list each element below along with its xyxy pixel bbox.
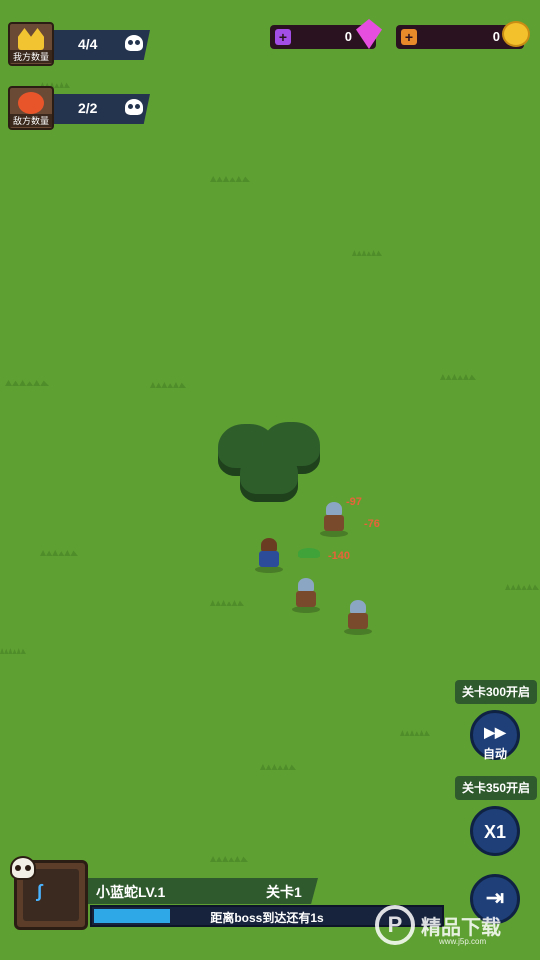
damage-number: -97 — [346, 496, 362, 508]
ally-count-value: 4/4 — [78, 36, 98, 52]
add-coins-button[interactable]: + — [401, 29, 417, 45]
grass-tuft — [210, 852, 248, 862]
grass-tuft — [0, 644, 26, 654]
auto-unlock-label: 关卡300开启 — [455, 680, 537, 704]
ally-axeman — [292, 578, 320, 613]
gem-counter: + 0 — [270, 19, 382, 49]
auto-battle-button[interactable]: ▶▶ 自动 — [470, 710, 520, 761]
enemy-count-caption: 敌方数量 — [10, 114, 52, 127]
stage-label: 关卡1 — [266, 884, 302, 900]
grass-tuft — [210, 596, 244, 606]
speed-label: X1 — [483, 822, 507, 842]
coin-counter: + 0 — [396, 21, 530, 49]
grass-tuft — [352, 246, 382, 256]
damage-number: -140 — [328, 550, 351, 562]
battlefield: -97 -76 -140 — [0, 0, 540, 960]
watermark: P 精品下载 www.j5p.com — [375, 905, 535, 949]
grass-tuft — [40, 546, 78, 556]
grass-tuft — [440, 370, 476, 380]
coin-amount: 0 — [492, 29, 500, 44]
grass-tuft — [210, 172, 250, 182]
watermark-url: www.j5p.com — [439, 937, 487, 946]
green-slime — [298, 544, 322, 560]
grass-tuft — [260, 760, 296, 770]
add-gems-button[interactable]: + — [275, 29, 291, 45]
speed-unlock-label: 关卡350开启 — [455, 776, 537, 800]
hero-swordsman — [255, 538, 283, 573]
grass-tuft — [150, 378, 186, 388]
bush — [240, 450, 298, 502]
coin-icon — [502, 21, 530, 47]
damage-number: -76 — [364, 518, 380, 530]
pumpkin-icon: 敌方数量 — [8, 86, 54, 130]
fast-forward-icon: ▶▶ — [484, 724, 506, 740]
watermark-brand: 精品下载 — [421, 917, 501, 939]
gem-amount: 0 — [344, 29, 352, 44]
grass-tuft — [5, 376, 49, 386]
ally-axeman — [344, 600, 372, 635]
ally-count-caption: 我方数量 — [10, 50, 52, 63]
skull-icon — [125, 35, 143, 51]
enemy-count-panel: 敌方数量 2/2 — [8, 86, 152, 130]
watermark-logo: P — [375, 905, 415, 945]
hero-name: 小蓝蛇LV.1 — [96, 884, 166, 900]
speed-button[interactable]: X1 — [470, 806, 520, 856]
ally-axeman — [320, 502, 348, 537]
grass-tuft — [505, 580, 539, 590]
skull-icon — [125, 99, 143, 115]
auto-battle-label: 自动 — [482, 747, 507, 761]
ally-count-panel: 我方数量 4/4 — [8, 22, 152, 66]
enemy-count-value: 2/2 — [78, 100, 98, 116]
blue-snake-icon: ∫ — [37, 881, 42, 901]
crown-icon: 我方数量 — [8, 22, 54, 66]
grass-tuft — [400, 726, 430, 736]
skull-icon — [10, 856, 36, 880]
